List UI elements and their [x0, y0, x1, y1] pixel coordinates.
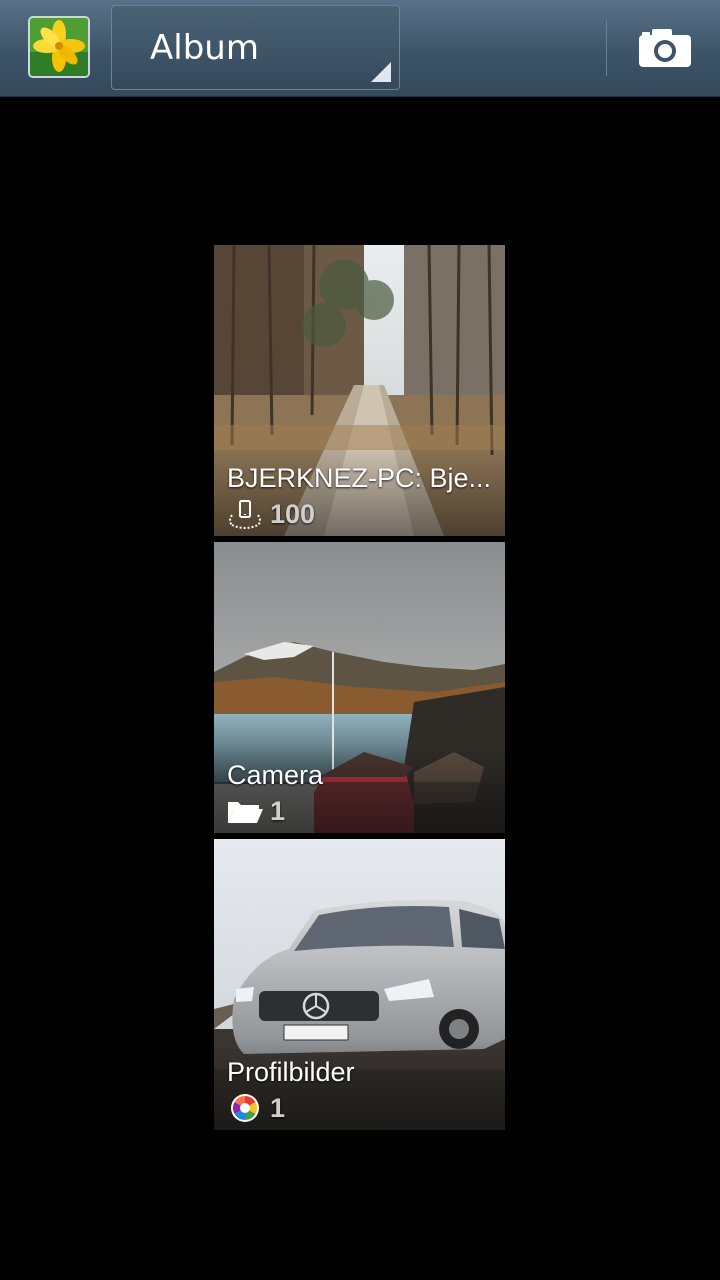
- camera-button[interactable]: [630, 20, 700, 76]
- picasa-icon: [231, 1094, 259, 1122]
- gallery-flower-icon[interactable]: [30, 18, 88, 76]
- spinner-label: Album: [150, 28, 259, 68]
- album-tile-profilbilder[interactable]: Profilbilder 1: [214, 839, 505, 1130]
- folder-icon: [228, 802, 263, 823]
- album-title: Profilbilder: [227, 1057, 355, 1087]
- album-count: 1: [270, 796, 286, 826]
- album-title: BJERKNEZ-PC: Bje...: [227, 463, 492, 493]
- album-tile-bjerknez-pc[interactable]: BJERKNEZ-PC: Bje... 100: [214, 245, 505, 536]
- album-count: 1: [270, 1093, 286, 1123]
- album-tile-camera[interactable]: Camera 1: [214, 542, 505, 833]
- album-count: 100: [270, 499, 316, 529]
- album-view-spinner[interactable]: Album: [111, 5, 400, 90]
- camera-icon: [639, 29, 691, 67]
- album-title: Camera: [227, 760, 324, 790]
- nearby-device-icon: [229, 500, 261, 529]
- action-bar: Album: [0, 0, 720, 97]
- spinner-dropdown-indicator: [371, 62, 391, 82]
- action-divider: [606, 20, 607, 76]
